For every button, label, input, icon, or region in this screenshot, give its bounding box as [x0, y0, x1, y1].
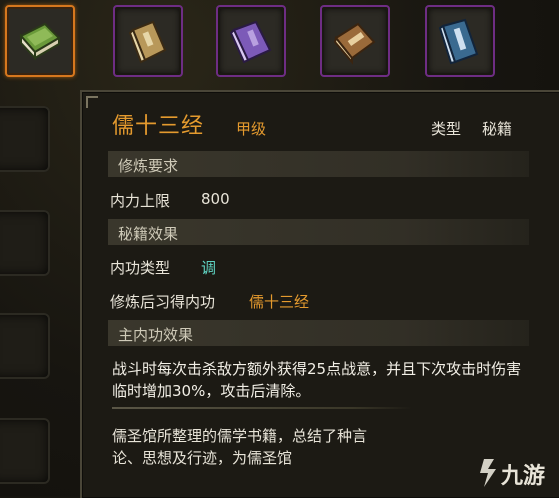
effect-description: 战斗时每次击杀敌方额外获得25点战意，并且下次攻击时伤害临时增加30%，攻击后清… [112, 360, 522, 400]
empty-slot-2[interactable] [0, 210, 50, 276]
neili-label: 内力上限 [110, 192, 171, 210]
purple-book-icon [229, 20, 272, 64]
item-title: 儒十三经 [112, 114, 205, 139]
item-slot-4[interactable] [320, 5, 390, 77]
section-requirements-label: 修炼要求 [118, 157, 179, 175]
tan-book-icon [128, 20, 167, 64]
section-effects: 秘籍效果 [108, 219, 529, 245]
section-effects-label: 秘籍效果 [118, 225, 179, 243]
blue-book-icon [438, 18, 479, 65]
corner-ornament [86, 96, 98, 108]
section-requirements: 修炼要求 [108, 151, 529, 177]
section-main-effect: 主内功效果 [108, 320, 529, 346]
learned-value: 儒十三经 [249, 293, 310, 311]
neili-value: 800 [201, 190, 230, 208]
green-book-icon [19, 22, 61, 61]
item-slot-1[interactable] [5, 5, 75, 77]
item-type-value: 秘籍 [482, 120, 513, 138]
item-slot-2[interactable] [113, 5, 183, 77]
neigong-type-value: 调 [201, 259, 217, 277]
learned-label: 修炼后习得内功 [110, 293, 216, 311]
empty-slot-1[interactable] [0, 106, 50, 172]
section-main-effect-label: 主内功效果 [118, 326, 194, 344]
neigong-type-label: 内功类型 [110, 259, 171, 277]
item-slot-3[interactable] [216, 5, 286, 77]
empty-slot-4[interactable] [0, 418, 50, 484]
empty-slot-3[interactable] [0, 313, 50, 379]
item-type-label: 类型 [431, 120, 462, 138]
lore-text: 儒圣馆所整理的儒学书籍，总结了种言论、思想及行迹，为儒圣馆 [112, 427, 368, 467]
item-grade: 甲级 [236, 120, 267, 138]
item-slot-5[interactable] [425, 5, 495, 77]
watermark-text: 九游 [501, 463, 546, 489]
brown-book-icon [333, 22, 376, 65]
divider [112, 407, 412, 409]
